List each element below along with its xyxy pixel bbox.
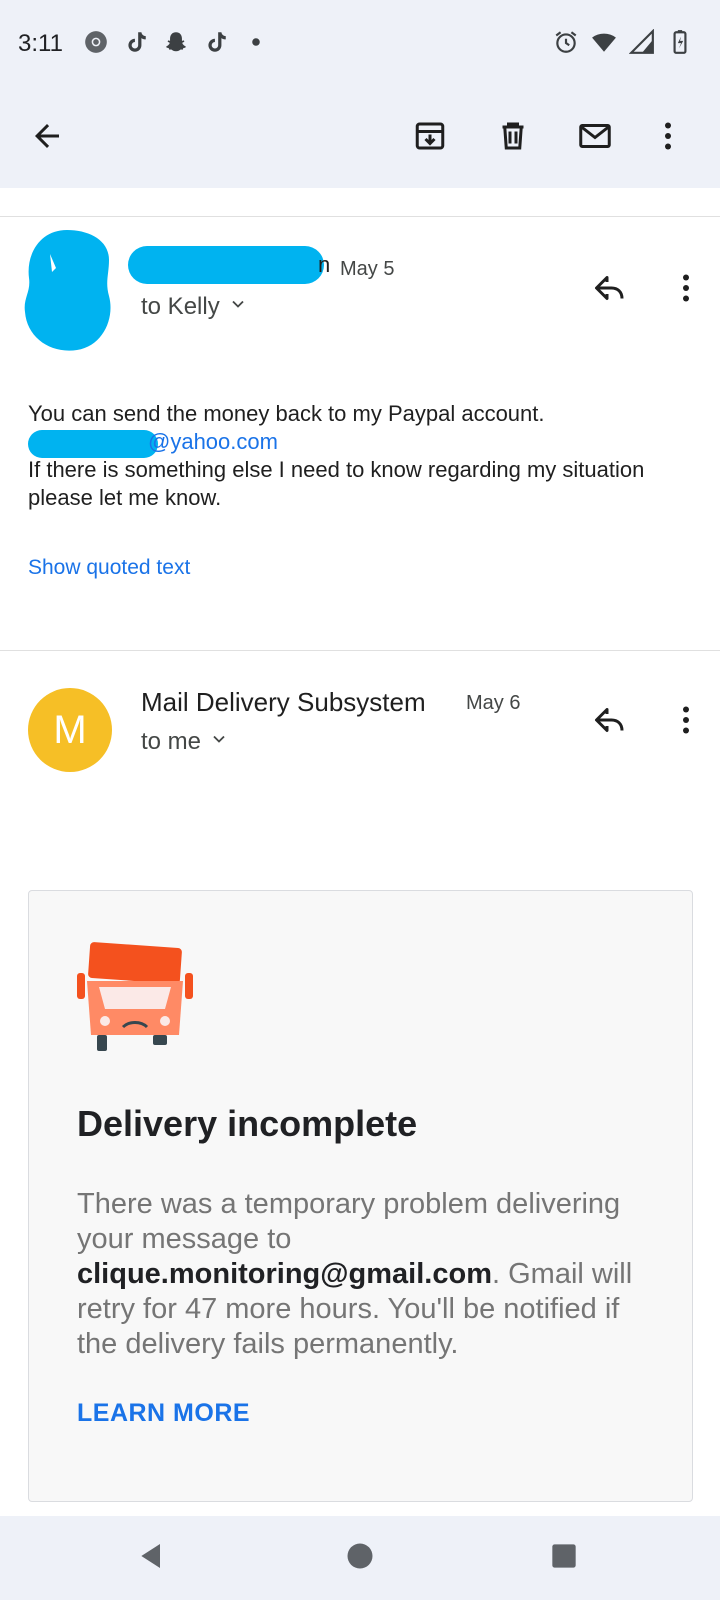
- toolbar: [0, 88, 720, 188]
- show-quoted-text-link[interactable]: Show quoted text: [28, 556, 190, 580]
- reply-icon: [592, 702, 628, 743]
- chrome-icon: [82, 28, 110, 56]
- recipient-toggle[interactable]: to Kelly: [141, 293, 248, 321]
- tiktok-icon: [122, 28, 150, 56]
- reply-icon: [592, 270, 628, 311]
- message-date: May 5: [340, 258, 395, 280]
- divider: [0, 650, 720, 651]
- triangle-back-icon: [136, 1540, 168, 1577]
- delete-button[interactable]: [485, 110, 541, 166]
- alarm-icon: [552, 28, 580, 56]
- recipient-label: to Kelly: [141, 293, 220, 320]
- circle-home-icon: [345, 1541, 375, 1576]
- navigation-bar: [0, 1516, 720, 1600]
- snapchat-icon: [162, 28, 190, 56]
- status-bar: 3:11: [0, 0, 720, 88]
- battery-icon: [666, 28, 694, 56]
- mark-unread-icon: [577, 118, 613, 159]
- chevron-down-icon: [209, 728, 229, 756]
- reply-button[interactable]: [582, 694, 638, 750]
- more-options-button[interactable]: [640, 110, 696, 166]
- email-line: @yahoo.com: [28, 428, 688, 458]
- redacted-email: [28, 430, 158, 458]
- delete-icon: [495, 118, 531, 159]
- tiktok-icon: [202, 28, 230, 56]
- status-time: 3:11: [18, 30, 63, 57]
- avatar: M: [28, 688, 112, 772]
- reply-button[interactable]: [582, 262, 638, 318]
- mark-unread-button[interactable]: [567, 110, 623, 166]
- body-line: You can send the money back to my Paypal…: [28, 401, 545, 426]
- archive-button[interactable]: [402, 110, 458, 166]
- signal-icon: [628, 28, 656, 56]
- back-arrow-icon: [29, 118, 65, 159]
- nav-home-button[interactable]: [336, 1534, 384, 1582]
- message-more-button[interactable]: [658, 262, 714, 318]
- chevron-down-icon: [228, 293, 248, 321]
- nav-back-button[interactable]: [128, 1534, 176, 1582]
- delivery-status-card: Delivery incomplete There was a temporar…: [28, 890, 693, 1502]
- recipient-label: to me: [141, 728, 202, 755]
- square-recents-icon: [550, 1542, 578, 1575]
- nav-recents-button[interactable]: [540, 1534, 588, 1582]
- back-button[interactable]: [19, 110, 75, 166]
- dot-icon: [242, 28, 270, 56]
- body-line: If there is something else I need to kno…: [28, 457, 645, 510]
- delivery-truck-icon: [77, 942, 193, 1051]
- avatar: [24, 230, 111, 351]
- learn-more-link[interactable]: LEARN MORE: [77, 1399, 250, 1428]
- sender-name-visible: n: [318, 252, 331, 277]
- divider: [0, 216, 720, 217]
- wifi-icon: [590, 28, 618, 56]
- screen: 3:11 n May 5 to Kelly You can send the m…: [0, 0, 720, 1600]
- status-icons-left: [82, 28, 270, 56]
- card-body-text: There was a temporary problem delivering…: [77, 1188, 621, 1255]
- more-vert-icon: [668, 702, 704, 743]
- more-vert-icon: [650, 118, 686, 159]
- status-icons-right: [552, 28, 694, 56]
- archive-icon: [412, 118, 448, 159]
- card-title: Delivery incomplete: [77, 1103, 418, 1144]
- recipient-toggle[interactable]: to me: [141, 728, 229, 756]
- more-vert-icon: [668, 270, 704, 311]
- message-date: May 6: [466, 692, 521, 714]
- card-body: There was a temporary problem delivering…: [77, 1187, 657, 1362]
- recipient-email: clique.monitoring@gmail.com: [77, 1258, 492, 1290]
- message-body: You can send the money back to my Paypal…: [28, 400, 688, 512]
- sender-name: Mail Delivery Subsystem: [141, 687, 426, 717]
- message-more-button[interactable]: [658, 694, 714, 750]
- redacted-sender-name: [128, 246, 324, 284]
- email-link[interactable]: @yahoo.com: [148, 428, 278, 456]
